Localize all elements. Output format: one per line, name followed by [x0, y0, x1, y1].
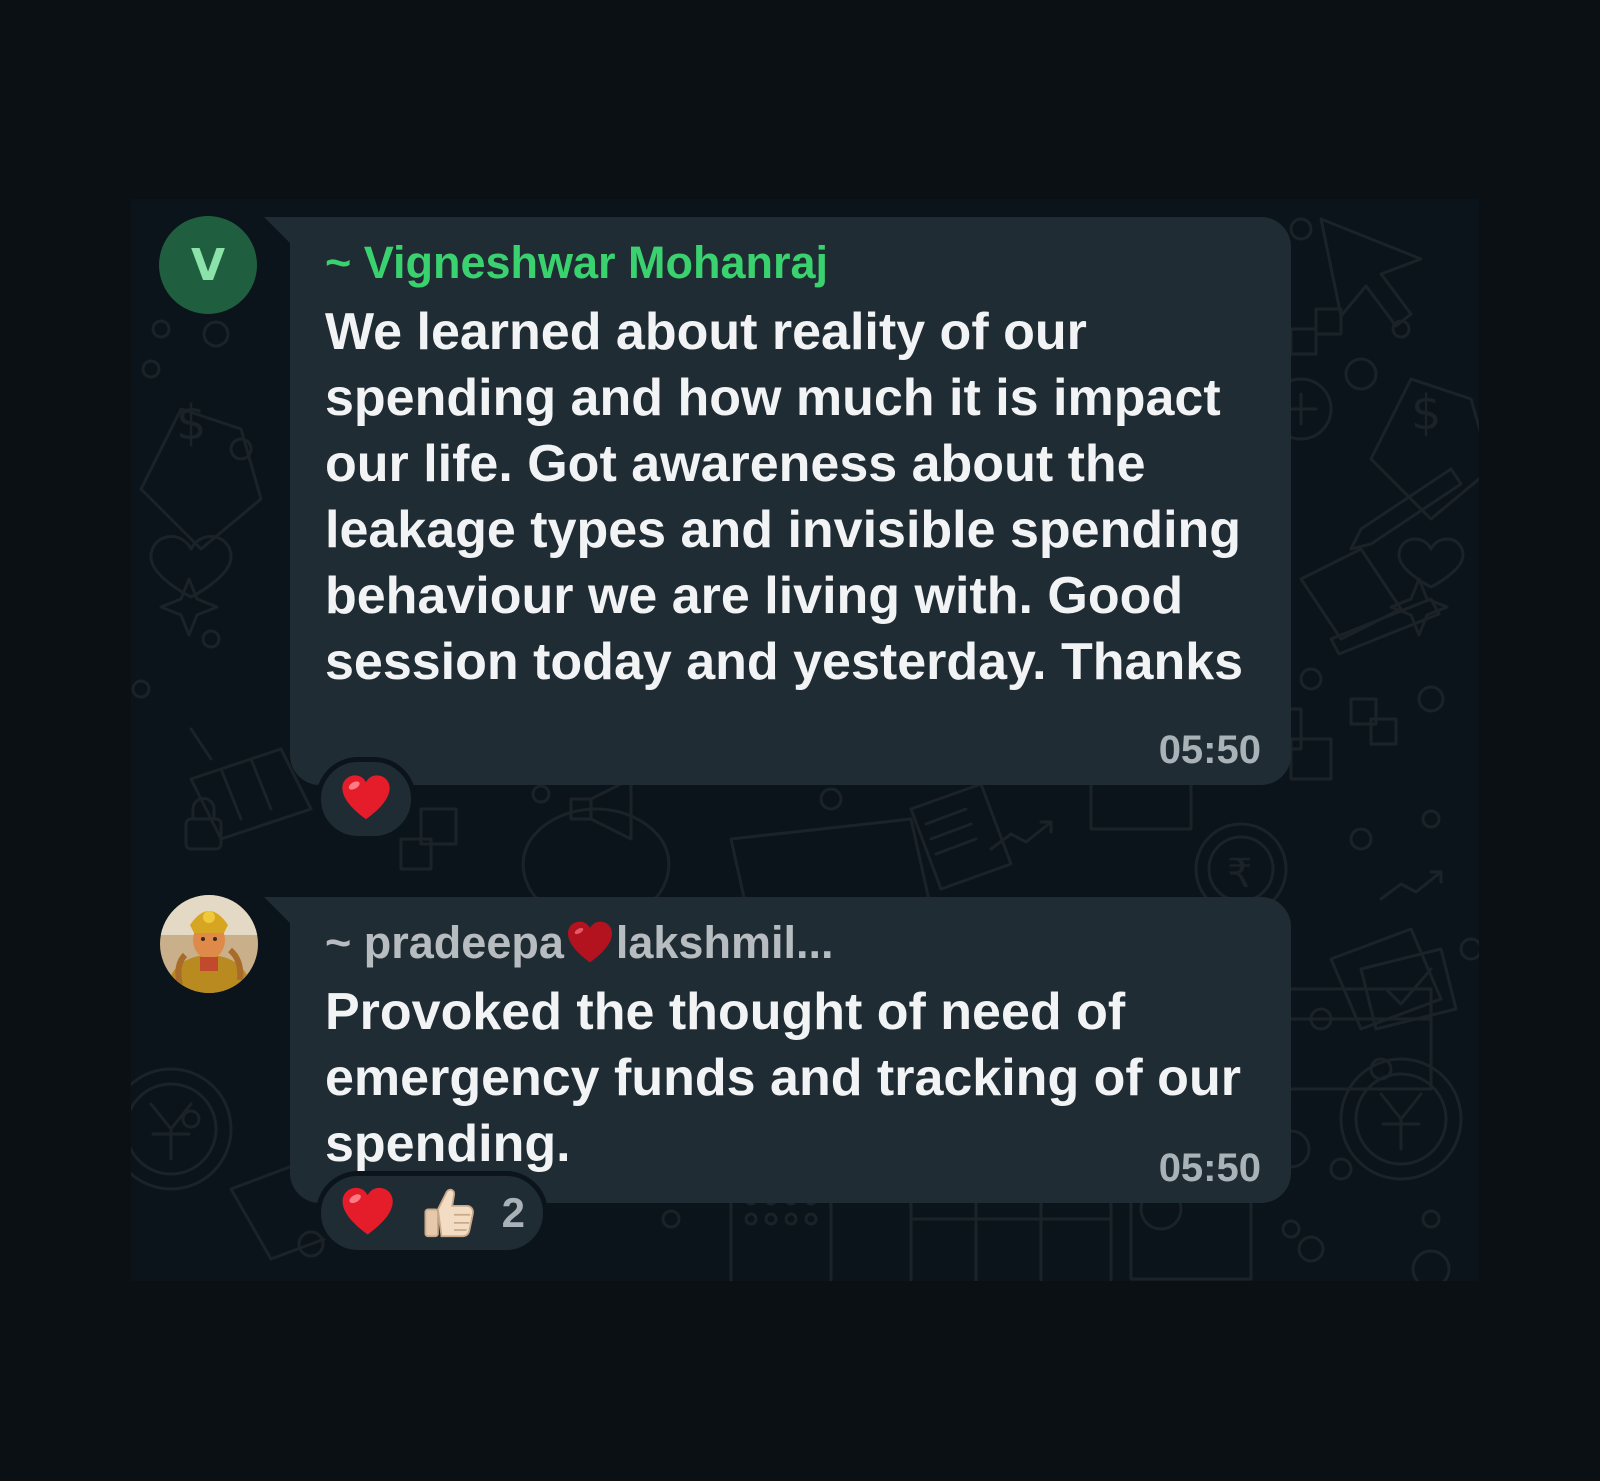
screenshot-frame: $ $ ₹ V ~ Vigneshwar Mohanraj We learned…: [0, 0, 1600, 1481]
svg-text:₹: ₹: [1227, 851, 1252, 897]
svg-text:$: $: [176, 395, 207, 451]
avatar[interactable]: V: [159, 216, 257, 314]
avatar-initial: V: [190, 239, 226, 291]
sender-name-suffix: lakshmil...: [615, 917, 834, 968]
chat-panel: $ $ ₹ V ~ Vigneshwar Mohanraj We learned…: [131, 199, 1479, 1281]
thumbs-up-icon: [424, 1188, 475, 1238]
heart-icon: [342, 1187, 393, 1235]
reaction-count: 2: [501, 1189, 525, 1236]
message-text: Provoked the thought of need of emergenc…: [325, 983, 1241, 1173]
sender-name[interactable]: ~ Vigneshwar Mohanraj: [325, 237, 828, 289]
reactions-pill[interactable]: 2: [316, 1171, 548, 1255]
sender-name[interactable]: ~ pradeepa lakshmil...: [325, 917, 833, 969]
heart-icon: [342, 775, 390, 820]
message-time: 05:50: [1158, 728, 1261, 772]
message-time: 05:50: [1158, 1146, 1261, 1190]
bubble-tail: [264, 897, 294, 927]
bubble-tail: [264, 217, 294, 247]
message-bubble[interactable]: ~ Vigneshwar Mohanraj We learned about r…: [264, 217, 1291, 785]
avatar-photo-icon: [160, 895, 258, 993]
heart-icon: [567, 921, 612, 963]
svg-text:$: $: [1411, 385, 1442, 441]
reactions-pill[interactable]: [316, 757, 416, 841]
avatar[interactable]: [160, 895, 258, 993]
message-bubble[interactable]: ~ pradeepa lakshmil... Provoked the thou…: [264, 897, 1291, 1203]
message-text: We learned about reality of our spending…: [325, 303, 1244, 691]
sender-name-prefix: ~ pradeepa: [325, 917, 564, 968]
